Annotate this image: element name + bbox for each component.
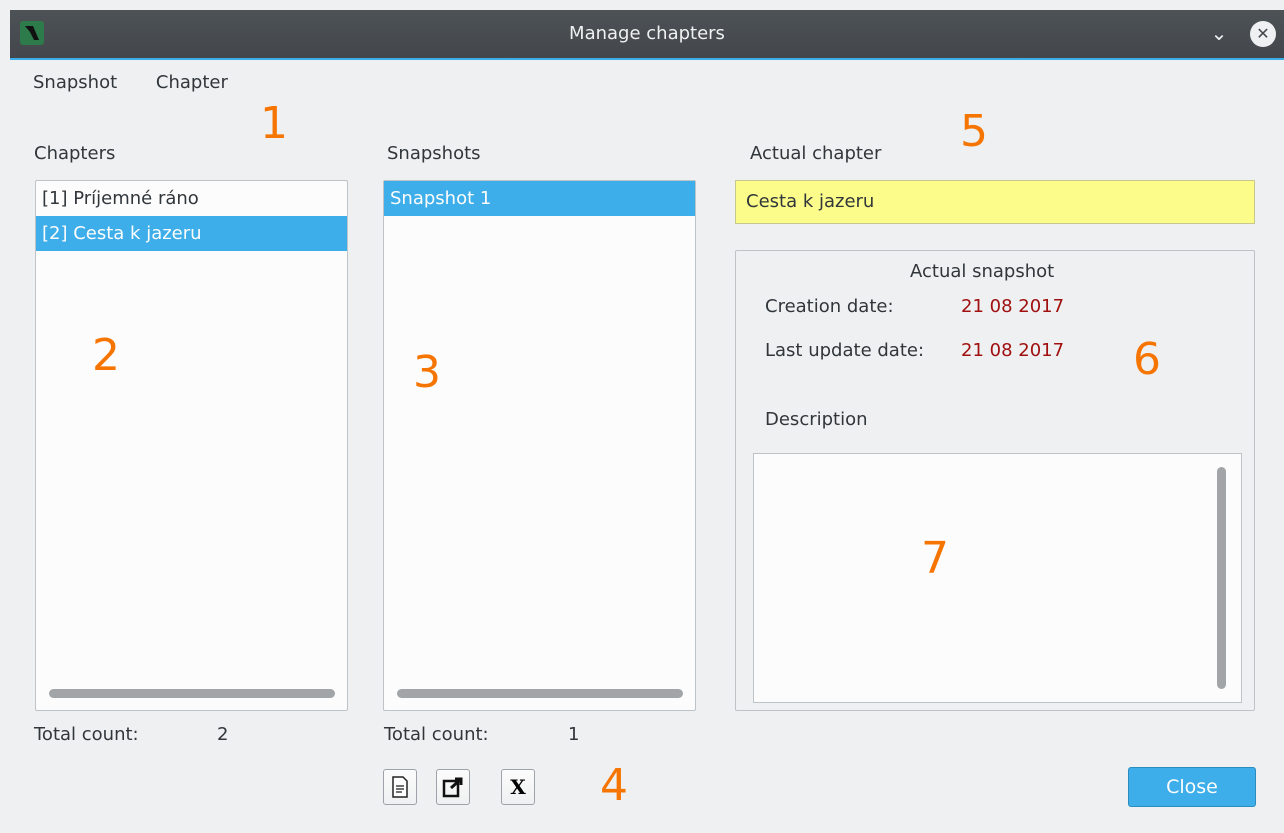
chapters-total-label: Total count:: [34, 724, 139, 745]
minimize-chevron-icon[interactable]: ⌄: [1206, 20, 1232, 46]
annotation-6: 6: [1133, 334, 1161, 385]
menu-snapshot[interactable]: Snapshot: [33, 72, 117, 93]
export-snapshot-button[interactable]: [436, 769, 470, 805]
description-label: Description: [765, 409, 868, 430]
menu-bar: Snapshot Chapter: [33, 72, 261, 93]
snapshots-label: Snapshots: [387, 143, 481, 164]
window-title: Manage chapters: [569, 23, 725, 44]
snapshots-list[interactable]: Snapshot 1: [383, 180, 696, 711]
export-icon: [442, 777, 463, 798]
chapters-list[interactable]: [1] Príjemné ráno [2] Cesta k jazeru: [35, 180, 348, 711]
actual-chapter-field[interactable]: Cesta k jazeru: [735, 180, 1255, 224]
menu-chapter[interactable]: Chapter: [156, 72, 228, 93]
annotation-4: 4: [600, 760, 628, 811]
chapters-horizontal-scrollbar[interactable]: [49, 689, 335, 698]
chapter-item[interactable]: [1] Príjemné ráno: [36, 181, 347, 216]
last-update-date-value: 21 08 2017: [961, 340, 1065, 361]
snapshots-total-value: 1: [568, 724, 580, 745]
actual-chapter-label: Actual chapter: [750, 143, 882, 164]
creation-date-value: 21 08 2017: [961, 296, 1065, 317]
annotation-2: 2: [92, 330, 120, 381]
close-button[interactable]: Close: [1128, 767, 1256, 807]
delete-snapshot-button[interactable]: X: [501, 769, 535, 805]
chapters-label: Chapters: [34, 143, 116, 164]
last-update-date-label: Last update date:: [765, 340, 925, 361]
document-icon: [392, 776, 408, 798]
chapters-total-value: 2: [217, 724, 229, 745]
snapshots-horizontal-scrollbar[interactable]: [397, 689, 683, 698]
annotation-5: 5: [960, 106, 988, 157]
snapshots-total-label: Total count:: [384, 724, 489, 745]
new-snapshot-button[interactable]: [383, 769, 417, 805]
annotation-7: 7: [921, 533, 949, 584]
chapter-item-selected[interactable]: [2] Cesta k jazeru: [36, 216, 347, 251]
annotation-1: 1: [260, 98, 288, 149]
actual-snapshot-title: Actual snapshot: [910, 261, 1055, 282]
creation-date-label: Creation date:: [765, 296, 894, 317]
snapshot-item-selected[interactable]: Snapshot 1: [384, 181, 695, 216]
title-bar: Manage chapters ⌄ ✕: [10, 10, 1284, 60]
annotation-3: 3: [413, 347, 441, 398]
description-textarea[interactable]: [753, 453, 1242, 703]
window-close-icon[interactable]: ✕: [1250, 21, 1276, 47]
description-vertical-scrollbar[interactable]: [1217, 467, 1226, 689]
